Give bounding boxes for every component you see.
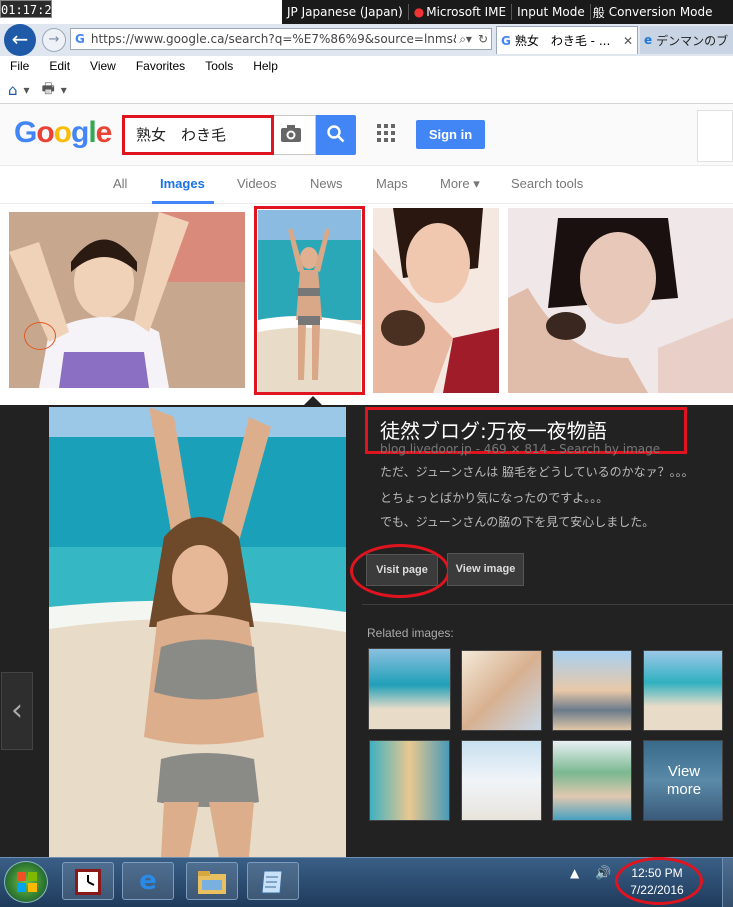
google-logo[interactable]: Google [14,116,112,150]
related-images-label: Related images: [367,626,454,640]
search-tabs: All Images Videos News Maps More ▾ Searc… [0,166,733,204]
menu-edit[interactable]: Edit [39,59,80,73]
clock-icon [75,869,101,895]
tab-search-tools[interactable]: Search tools [511,176,583,191]
tab-more[interactable]: More ▾ [440,176,480,192]
related-image[interactable] [461,650,542,731]
preview-description-line: とちょっとばかり気になったのですよ。。。 [380,491,609,505]
image-thumbnail[interactable] [373,208,499,393]
conversion-mode-button[interactable]: Conversion Mode [607,5,718,19]
divider [362,604,733,605]
image-thumbnail[interactable] [9,212,245,388]
search-icon [327,125,345,143]
tab-images[interactable]: Images [160,176,205,191]
tab-maps[interactable]: Maps [376,176,408,191]
volume-icon[interactable]: 🔊 [595,866,611,881]
clock-readout: 01:17:28 [0,0,59,18]
annotation-circle [350,544,450,598]
conversion-glyph: 般 [592,5,605,20]
show-desktop-button[interactable] [722,858,733,907]
ime-name[interactable]: ● Microsoft IME [409,5,511,19]
forward-button[interactable]: → [42,28,66,52]
clock-app-button[interactable] [62,862,114,900]
tab-title: 熟女 わき毛 - ... [514,34,611,48]
command-bar: ⌂ ▾ 🖶 ▾ [0,76,733,104]
print-icon[interactable]: 🖶 [42,78,55,102]
ie-icon: e [139,866,157,896]
menu-bar: File Edit View Favorites Tools Help [0,56,733,76]
start-button[interactable] [4,861,48,903]
related-image[interactable] [552,740,632,821]
camera-icon[interactable] [276,123,306,147]
menu-favorites[interactable]: Favorites [126,59,195,73]
panel-pointer [303,396,323,406]
annotation-circle [615,857,703,905]
chevron-down-icon[interactable]: ▾ [61,83,67,97]
related-image[interactable] [461,740,542,821]
menu-tools[interactable]: Tools [195,59,243,73]
view-image-button[interactable]: View image [447,553,524,586]
refresh-icon[interactable]: ↻ [478,32,488,46]
internet-explorer-button[interactable]: e [122,862,174,900]
image-thumbnail[interactable] [508,208,733,393]
ime-icon: ● [413,5,425,19]
notepad-button[interactable] [247,862,299,900]
input-mode-button[interactable]: Input Mode [512,5,590,19]
preview-description-line: ただ、ジューンさんは 脇毛をどうしているのかなァ？。。。 [380,465,694,479]
view-more-label: View more [666,763,702,798]
search-button[interactable] [316,115,356,155]
notepad-icon [261,870,283,894]
menu-view[interactable]: View [80,59,126,73]
home-icon[interactable]: ⌂ [8,81,18,99]
language-indicator[interactable]: JP Japanese (Japan) [282,5,408,19]
annotation-rect [122,115,274,155]
file-explorer-button[interactable] [186,862,238,900]
address-bar[interactable]: G https://www.google.ca/search?q=%E7%86%… [70,28,492,50]
tray-expand-icon[interactable]: ▲ [570,866,579,880]
related-image[interactable] [369,740,450,821]
related-image[interactable] [643,650,723,731]
tab-title: デンマンのブ [656,33,729,48]
tab-active[interactable]: G 熟女 わき毛 - ... ✕ [496,26,638,54]
system-tray: ▲ 🔊 [570,866,611,881]
google-favicon-icon: G [501,33,511,48]
ime-toolbar: JP Japanese (Japan) ● Microsoft IME Input… [282,0,733,24]
preview-meta[interactable]: blog.livedoor.jp - 469 × 814 - Search by… [380,442,660,456]
back-button[interactable]: ← [4,24,36,56]
related-image[interactable] [552,650,632,731]
sign-in-button[interactable]: Sign in [416,120,485,149]
menu-file[interactable]: File [0,59,39,73]
tab-all[interactable]: All [113,176,127,191]
url-text[interactable]: https://www.google.ca/search?q=%E7%86%9&… [91,32,456,46]
active-tab-indicator [152,201,214,204]
previous-arrow-button[interactable]: ‹ [1,672,33,750]
apps-grid-icon[interactable] [377,124,395,147]
tab-videos[interactable]: Videos [237,176,277,191]
view-more-tile[interactable]: View more [643,740,723,821]
preview-description-line: でも、ジューンさんの脇の下を見て安心しました。 [380,515,655,529]
ie-icon: e [644,33,653,47]
folder-icon [198,871,226,894]
tab-inactive[interactable]: e デンマンのブ [640,26,733,54]
search-icon[interactable]: ⌕▾ [459,32,472,47]
chevron-down-icon[interactable]: ▾ [24,83,30,97]
annotation-rect [254,206,365,395]
google-favicon-icon: G [75,32,85,46]
side-panel [697,110,733,162]
preview-image[interactable] [49,407,346,857]
annotation-circle [24,322,56,350]
tab-news[interactable]: News [310,176,343,191]
menu-help[interactable]: Help [243,59,288,73]
related-image[interactable] [368,648,451,730]
close-tab-icon[interactable]: ✕ [623,34,633,48]
